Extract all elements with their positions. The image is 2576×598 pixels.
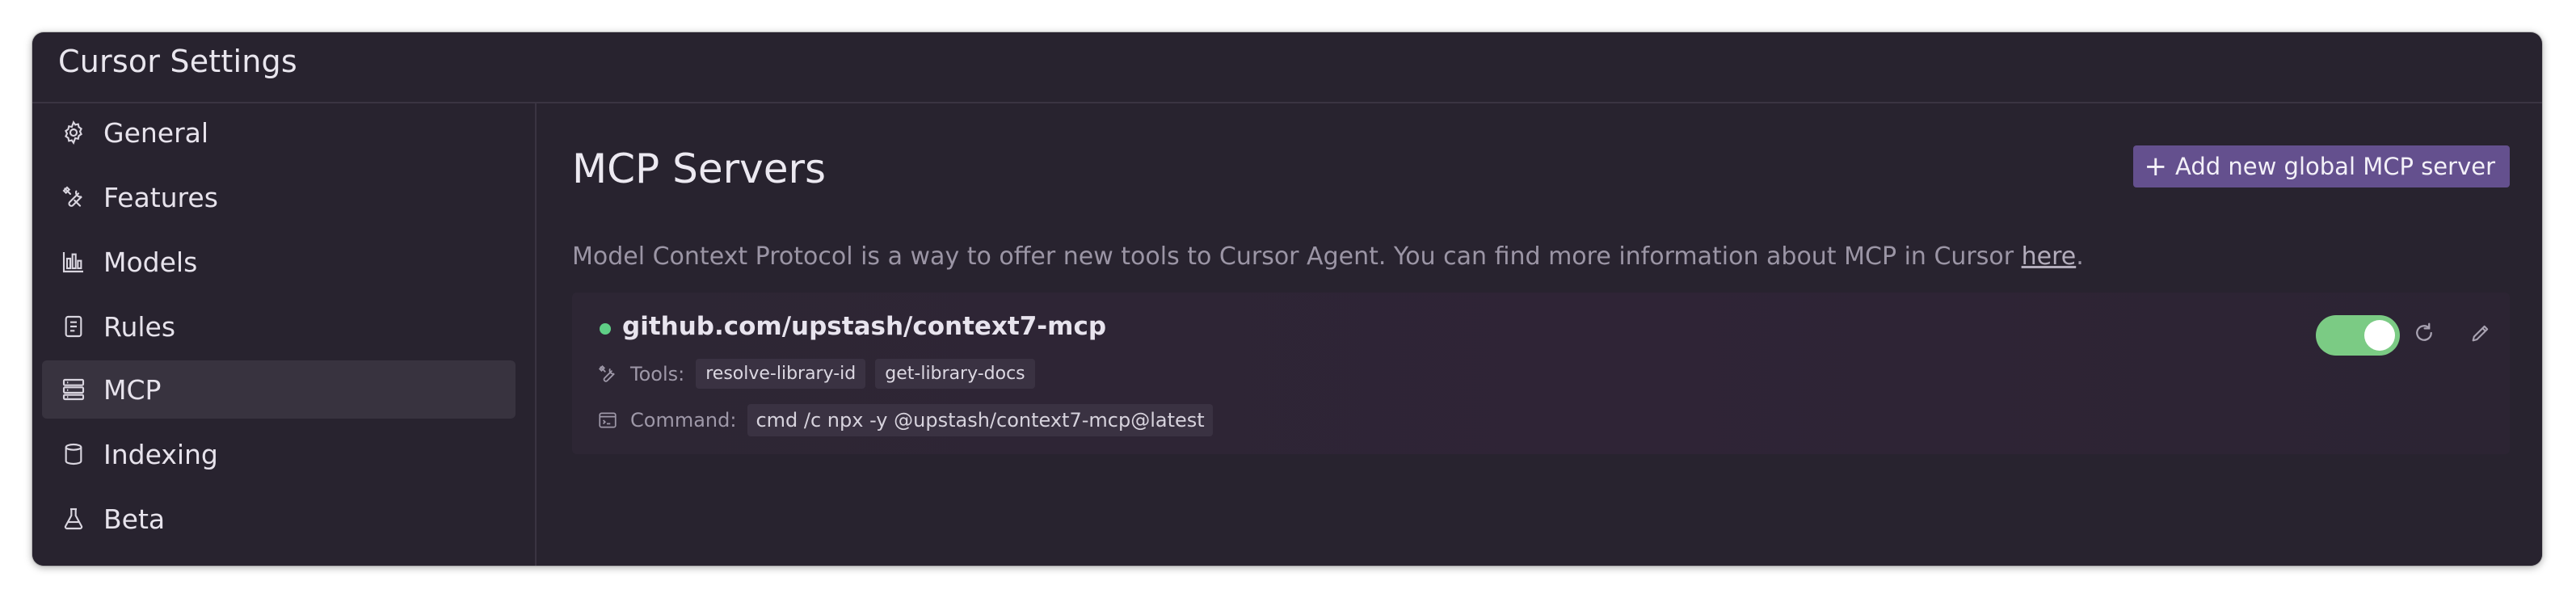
document-icon [60, 313, 87, 340]
server-stack-icon [60, 376, 87, 403]
sidebar-item-features[interactable]: Features [42, 168, 516, 226]
sidebar-item-mcp[interactable]: MCP [42, 360, 516, 419]
sidebar-item-label: Models [103, 246, 198, 278]
command-row: Command: cmd /c npx -y @upstash/context7… [596, 404, 1213, 436]
sidebar-item-label: Features [103, 181, 218, 213]
page-description: Model Context Protocol is a way to offer… [572, 242, 2084, 271]
add-mcp-server-label: Add new global MCP server [2175, 153, 2495, 180]
sidebar-item-general[interactable]: General [42, 103, 516, 162]
plus-icon: + [2144, 150, 2168, 183]
sidebar-item-models[interactable]: Models [42, 233, 516, 291]
sidebar-item-beta[interactable]: Beta [42, 490, 516, 548]
server-name: github.com/upstash/context7-mcp [622, 312, 1107, 341]
edit-server-button[interactable] [2466, 320, 2495, 349]
toggle-knob [2364, 320, 2395, 351]
tools-label: Tools: [630, 362, 685, 385]
server-enabled-toggle[interactable] [2316, 315, 2400, 356]
tools-icon [60, 183, 87, 211]
command-label: Command: [630, 409, 737, 432]
page-title: MCP Servers [572, 145, 827, 192]
refresh-icon [2412, 321, 2436, 348]
more-info-link[interactable]: here [2022, 242, 2077, 271]
sidebar-item-rules[interactable]: Rules [42, 297, 516, 356]
flask-icon [60, 505, 87, 533]
pencil-icon [2469, 322, 2492, 347]
gear-icon [60, 119, 87, 146]
status-indicator-dot [600, 323, 611, 335]
tools-icon [596, 363, 619, 385]
sidebar: General Features Models Rules MCP Indexi… [32, 103, 537, 566]
tool-chip-resolve-library-id: resolve-library-id [696, 359, 866, 389]
tool-chip-get-library-docs: get-library-docs [875, 359, 1035, 389]
main-panel: MCP Servers + Add new global MCP server … [537, 103, 2542, 566]
add-mcp-server-button[interactable]: + Add new global MCP server [2132, 145, 2510, 187]
description-suffix: . [2076, 242, 2084, 271]
database-icon [60, 440, 87, 468]
sidebar-item-label: Indexing [103, 438, 218, 470]
sidebar-item-label: Rules [103, 310, 176, 343]
mcp-server-card: github.com/upstash/context7-mcp Tools: r… [572, 293, 2510, 454]
sidebar-item-label: General [103, 116, 209, 149]
refresh-server-button[interactable] [2410, 320, 2439, 349]
tools-row: Tools: resolve-library-id get-library-do… [596, 359, 1045, 389]
bar-chart-icon [60, 248, 87, 276]
settings-window: Cursor Settings General Features Models … [32, 32, 2542, 566]
terminal-icon [596, 409, 619, 432]
sidebar-item-label: MCP [103, 373, 162, 406]
window-title: Cursor Settings [58, 44, 297, 79]
command-value: cmd /c npx -y @upstash/context7-mcp@late… [747, 404, 1213, 436]
sidebar-item-indexing[interactable]: Indexing [42, 425, 516, 483]
title-bar: Cursor Settings [32, 32, 2542, 103]
description-text: Model Context Protocol is a way to offer… [572, 242, 2022, 271]
sidebar-item-label: Beta [103, 503, 166, 535]
